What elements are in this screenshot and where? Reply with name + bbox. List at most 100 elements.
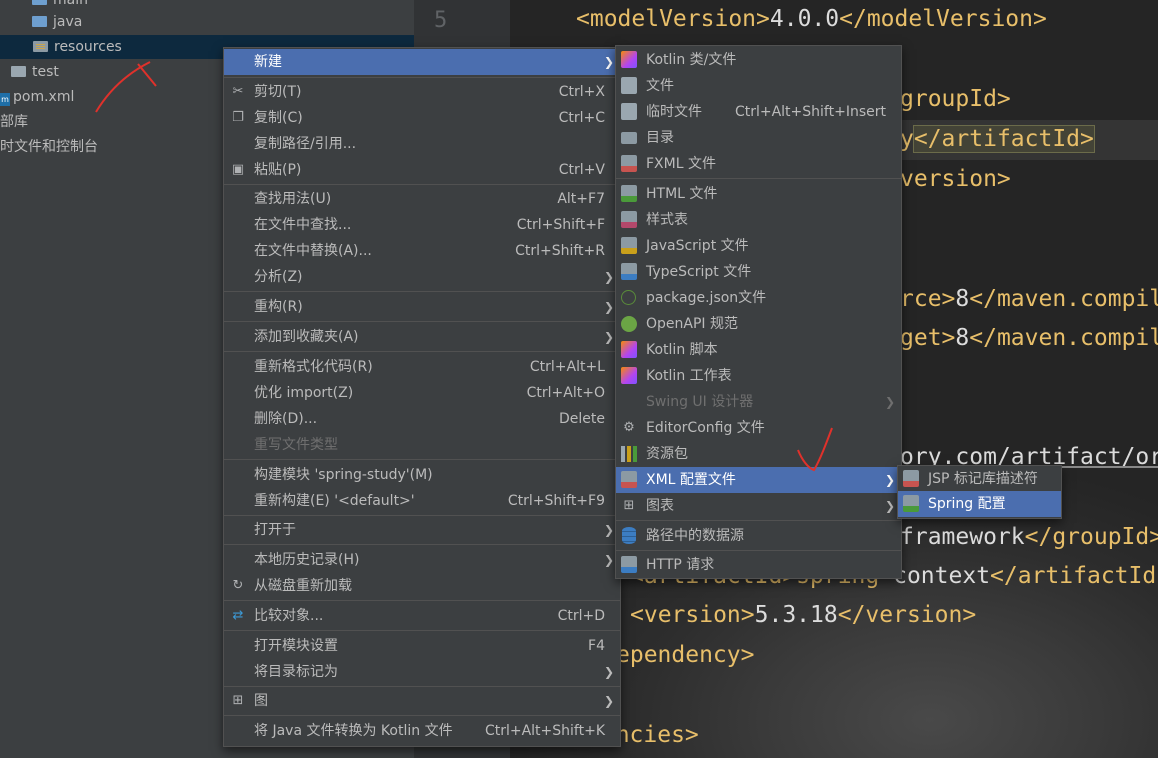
menu-item-xml-config[interactable]: XML 配置文件 ❯: [616, 467, 901, 493]
resources-folder-icon: [33, 41, 48, 52]
code-line: ependency>: [616, 642, 755, 668]
tree-item-scratches[interactable]: 临时文件和控制台: [0, 135, 98, 159]
code-line: get>8</maven.compil: [900, 325, 1158, 351]
menu-item-analyze[interactable]: 分析(Z) ❯: [224, 264, 620, 290]
menu-item-scratch-file[interactable]: 临时文件 Ctrl+Alt+Shift+Insert: [616, 99, 901, 125]
menu-item-reformat-code[interactable]: 重新格式化代码(R) Ctrl+Alt+L: [224, 354, 620, 380]
menu-item-replace-in-files[interactable]: 在文件中替换(A)... Ctrl+Shift+R: [224, 238, 620, 264]
resource-bundle-icon: [621, 446, 637, 462]
menu-item-package-json[interactable]: package.json文件: [616, 285, 901, 311]
jsp-icon: [903, 470, 919, 487]
datasource-icon: [622, 527, 636, 544]
menu-item-new[interactable]: 新建 ❯: [224, 49, 620, 75]
menu-item-stylesheet[interactable]: 样式表: [616, 207, 901, 233]
code-line: <modelVersion>4.0.0</modelVersion>: [576, 6, 1047, 32]
menu-item-convert-java-to-kotlin[interactable]: 将 Java 文件转换为 Kotlin 文件 Ctrl+Alt+Shift+K: [224, 718, 620, 744]
menu-item-fxml[interactable]: FXML 文件: [616, 151, 901, 177]
xml-icon: [621, 471, 637, 488]
menu-item-spring-config[interactable]: Spring 配置: [898, 491, 1061, 517]
menu-item-find-usages[interactable]: 查找用法(U) Alt+F7: [224, 186, 620, 212]
menu-item-resource-bundle[interactable]: 资源包: [616, 441, 901, 467]
chevron-right-icon: ❯: [603, 270, 614, 284]
menu-item-override-file-type: 重写文件类型: [254, 437, 338, 453]
chevron-right-icon: ❯: [603, 523, 614, 537]
code-line: groupId>: [900, 86, 1011, 112]
tree-item-label: pom.xml: [13, 89, 75, 105]
css-icon: [621, 211, 637, 228]
line-number: 5: [434, 8, 448, 33]
code-line: y</artifactId>: [900, 125, 1095, 153]
scratch-file-icon: [621, 103, 637, 120]
menu-item-compare-with[interactable]: ⇄ 比较对象... Ctrl+D: [224, 603, 620, 629]
menu-item-swing-ui-designer: Swing UI 设计器 ❯: [616, 389, 901, 415]
menu-item-typescript[interactable]: TypeScript 文件: [616, 259, 901, 285]
folder-icon: [621, 132, 637, 144]
menu-item-rebuild[interactable]: 重新构建(E) '<default>' Ctrl+Shift+F9: [224, 488, 620, 514]
menu-item-directory[interactable]: 目录: [616, 125, 901, 151]
red-check-annotation: [797, 427, 833, 472]
menu-item-delete[interactable]: 删除(D)... Delete: [224, 406, 620, 432]
code-line: rce>8</maven.compil: [900, 286, 1158, 312]
tree-item-label: java: [53, 14, 83, 30]
api-icon: [621, 556, 637, 573]
tree-item-label: 外部库: [0, 114, 28, 130]
compare-icon: ⇄: [232, 608, 244, 623]
tree-item-pom[interactable]: m pom.xml: [0, 85, 74, 109]
menu-item-html[interactable]: HTML 文件: [616, 181, 901, 207]
code-line: <version>5.3.18</version>: [630, 602, 977, 628]
tree-item-label: 临时文件和控制台: [0, 139, 98, 155]
menu-item-refactor[interactable]: 重构(R) ❯: [224, 294, 620, 320]
tree-item-external-libraries[interactable]: 外部库: [0, 110, 28, 134]
menu-item-javascript[interactable]: JavaScript 文件: [616, 233, 901, 259]
menu-item-editorconfig[interactable]: ⚙ EditorConfig 文件: [616, 415, 901, 441]
tree-item-label: resources: [54, 39, 122, 55]
new-submenu: Kotlin 类/文件 文件 临时文件 Ctrl+Alt+Shift+Insert…: [615, 45, 902, 579]
menu-item-optimize-imports[interactable]: 优化 import(Z) Ctrl+Alt+O: [224, 380, 620, 406]
maven-file-icon: m: [0, 93, 10, 106]
tree-item-label: main: [53, 0, 88, 8]
tree-item-test[interactable]: test: [11, 60, 59, 84]
menu-item-paste[interactable]: ▣ 粘贴(P) Ctrl+V: [224, 157, 620, 183]
menu-item-kotlin-class[interactable]: Kotlin 类/文件: [616, 47, 901, 73]
menu-item-cut[interactable]: ✂ 剪切(T) Ctrl+X: [224, 79, 620, 105]
menu-item-copy[interactable]: ❐ 复制(C) Ctrl+C: [224, 105, 620, 131]
chevron-right-icon: ❯: [603, 55, 614, 69]
menu-item-module-settings[interactable]: 打开模块设置 F4: [224, 633, 620, 659]
spring-icon: [903, 495, 919, 512]
tree-item-java[interactable]: java: [32, 10, 82, 34]
menu-item-mark-directory-as[interactable]: 将目录标记为 ❯: [224, 659, 620, 685]
menu-item-diagram[interactable]: ⊞ 图表 ❯: [616, 493, 901, 519]
chevron-right-icon: ❯: [603, 694, 614, 708]
fxml-icon: [621, 155, 637, 172]
folder-icon: [11, 66, 26, 77]
chevron-right-icon: ❯: [884, 473, 895, 487]
gear-icon: ⚙: [623, 420, 635, 435]
file-icon: [621, 77, 637, 94]
kotlin-worksheet-icon: [621, 367, 637, 384]
copy-icon: ❐: [232, 110, 244, 125]
code-line: version>: [900, 166, 1011, 192]
menu-item-find-in-files[interactable]: 在文件中查找... Ctrl+Shift+F: [224, 212, 620, 238]
chevron-right-icon: ❯: [884, 499, 895, 513]
menu-item-reload-from-disk[interactable]: ↻ 从磁盘重新加载: [224, 573, 620, 599]
menu-item-http-request[interactable]: HTTP 请求: [616, 552, 901, 578]
menu-item-diagrams[interactable]: ⊞ 图 ❯: [224, 688, 620, 714]
menu-item-kotlin-worksheet[interactable]: Kotlin 工作表: [616, 363, 901, 389]
menu-item-openapi[interactable]: OpenAPI 规范: [616, 311, 901, 337]
menu-item-copy-path[interactable]: 复制路径/引用...: [224, 131, 620, 157]
menu-item-datasource-in-path[interactable]: 路径中的数据源: [616, 523, 901, 549]
folder-icon: [32, 0, 47, 5]
chevron-right-icon: ❯: [884, 395, 895, 409]
folder-icon: [32, 16, 47, 27]
menu-item-open-in[interactable]: 打开于 ❯: [224, 517, 620, 543]
menu-item-jsp-tld[interactable]: JSP 标记库描述符: [898, 466, 1061, 492]
menu-item-kotlin-script[interactable]: Kotlin 脚本: [616, 337, 901, 363]
html-icon: [621, 185, 637, 202]
openapi-icon: [621, 316, 637, 332]
menu-item-build-module[interactable]: 构建模块 'spring-study'(M): [224, 462, 620, 488]
menu-item-add-to-favorites[interactable]: 添加到收藏夹(A) ❯: [224, 324, 620, 350]
menu-item-local-history[interactable]: 本地历史记录(H) ❯: [224, 547, 620, 573]
xml-config-submenu: JSP 标记库描述符 Spring 配置: [897, 465, 1062, 519]
ts-icon: [621, 263, 637, 280]
menu-item-file[interactable]: 文件: [616, 73, 901, 99]
